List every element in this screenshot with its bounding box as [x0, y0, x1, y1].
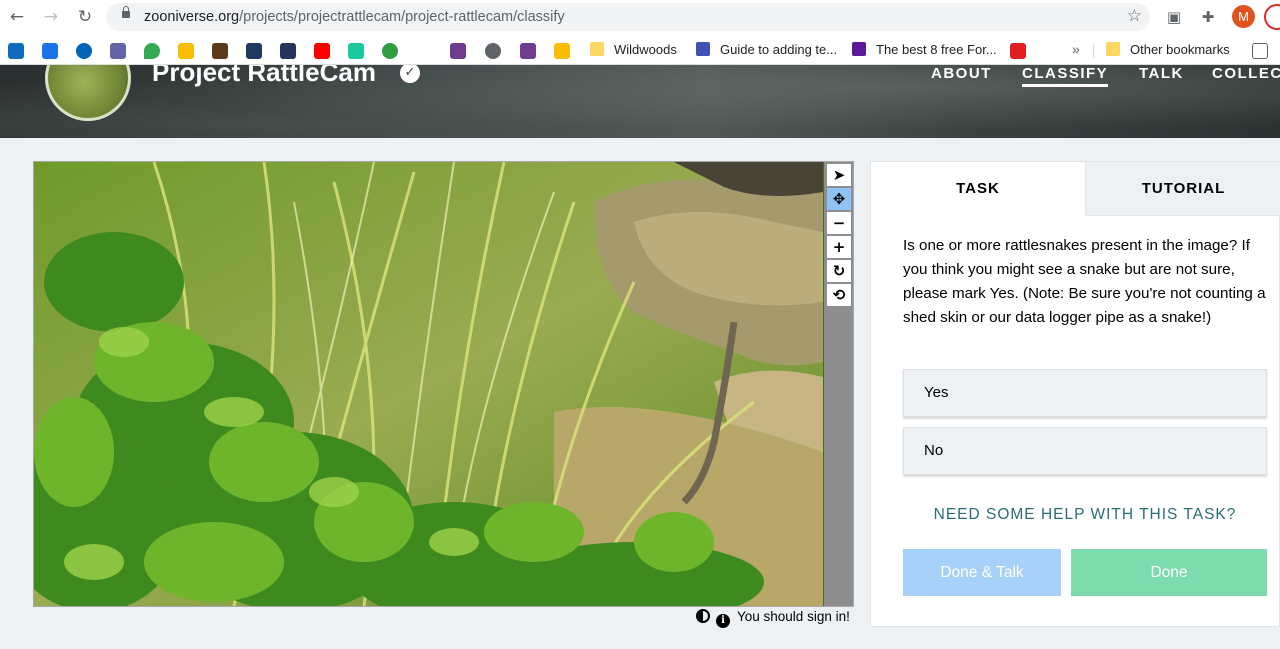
profile-avatar[interactable]: M [1232, 5, 1255, 28]
calendar-icon[interactable] [42, 43, 58, 59]
url-text: zooniverse.org/projects/projectrattlecam… [144, 9, 565, 25]
bookmarks-overflow[interactable]: » [1072, 41, 1080, 57]
clover-icon[interactable] [382, 43, 398, 59]
viewer-meta: i You should sign in! [696, 609, 850, 628]
zoom-in-icon[interactable]: + [827, 236, 851, 258]
hexagon-icon[interactable] [348, 43, 364, 59]
nav-about[interactable]: ABOUT [931, 65, 992, 82]
youtube-icon[interactable] [314, 43, 330, 59]
lock-icon [122, 6, 130, 18]
fleur-icon[interactable] [212, 43, 228, 59]
graduation-icon[interactable] [246, 43, 262, 59]
reset-icon[interactable]: ⟲ [827, 284, 851, 306]
tab-task[interactable]: TASK [871, 162, 1085, 216]
image-toolbar: ➤ ✥ − + ↻ ⟲ [824, 162, 853, 606]
rotate-icon[interactable]: ↻ [827, 260, 851, 282]
folder-icon [1106, 42, 1120, 56]
divider [1093, 44, 1094, 58]
scout-icon[interactable] [450, 43, 466, 59]
extension-icon[interactable]: ▣ [1164, 7, 1184, 27]
zoom-out-icon[interactable]: − [827, 212, 851, 234]
subject-viewer: ➤ ✥ − + ↻ ⟲ [33, 161, 854, 607]
reading-list-icon[interactable] [1252, 43, 1268, 59]
c-logo-icon [852, 42, 866, 56]
pointer-icon[interactable]: ➤ [827, 164, 851, 186]
nav-collect[interactable]: COLLEC [1212, 65, 1280, 82]
adobe-icon[interactable] [1010, 43, 1026, 59]
drive-icon-2[interactable] [554, 43, 570, 59]
bookmark-guide[interactable]: Guide to adding te... [696, 42, 837, 60]
address-bar[interactable]: zooniverse.org/projects/projectrattlecam… [106, 3, 1150, 31]
done-and-talk-button[interactable]: Done & Talk [903, 549, 1061, 596]
camera-trap-photo [34, 162, 823, 606]
sign-in-notice: You should sign in! [737, 609, 850, 624]
drive-icon[interactable] [178, 43, 194, 59]
answer-no[interactable]: No [903, 427, 1267, 475]
pan-icon[interactable]: ✥ [827, 188, 851, 210]
other-bookmarks[interactable]: Other bookmarks [1106, 42, 1230, 60]
seal-icon[interactable] [280, 43, 296, 59]
globe-icon[interactable] [485, 43, 501, 59]
subject-image[interactable] [34, 162, 823, 606]
nav-talk[interactable]: TALK [1139, 65, 1184, 82]
bookmark-wildwoods[interactable]: Wildwoods [590, 42, 677, 60]
bookmark-best-free[interactable]: The best 8 free For... [852, 42, 997, 60]
task-panel: TASK TUTORIAL Is one or more rattlesnake… [870, 161, 1280, 627]
onedrive-icon[interactable] [76, 43, 92, 59]
nav-classify[interactable]: CLASSIFY [1022, 65, 1109, 87]
task-question: Is one or more rattlesnakes present in t… [903, 237, 1266, 326]
outlook-icon[interactable] [8, 43, 24, 59]
teams-icon[interactable] [110, 43, 126, 59]
bookmark-star-icon[interactable]: ☆ [1127, 6, 1142, 26]
forward-arrow-icon[interactable]: → [40, 6, 62, 28]
reload-icon[interactable]: ↻ [74, 6, 96, 28]
browser-toolbar: ← → ↻ zooniverse.org/projects/projectrat… [0, 0, 1280, 35]
answer-yes[interactable]: Yes [903, 369, 1267, 417]
tab-tutorial[interactable]: TUTORIAL [1085, 162, 1280, 216]
invert-colors-icon[interactable] [696, 609, 710, 623]
extensions-puzzle-icon[interactable]: ✚ [1198, 7, 1218, 27]
maps-icon[interactable] [144, 43, 160, 59]
scout-emblem-icon[interactable] [520, 43, 536, 59]
info-icon[interactable]: i [716, 614, 730, 628]
folder-icon [590, 42, 604, 56]
shield-icon [696, 42, 710, 56]
bookmarks-bar: Wildwoods Guide to adding te... The best… [0, 35, 1280, 65]
back-arrow-icon[interactable]: ← [6, 6, 28, 28]
help-link[interactable]: NEED SOME HELP WITH THIS TASK? [903, 506, 1267, 524]
project-header: Project RattleCam ✓ ABOUT CLASSIFY TALK … [0, 65, 1280, 138]
done-button[interactable]: Done [1071, 549, 1267, 596]
project-title[interactable]: Project RattleCam [152, 65, 376, 88]
update-icon[interactable] [1264, 4, 1280, 30]
